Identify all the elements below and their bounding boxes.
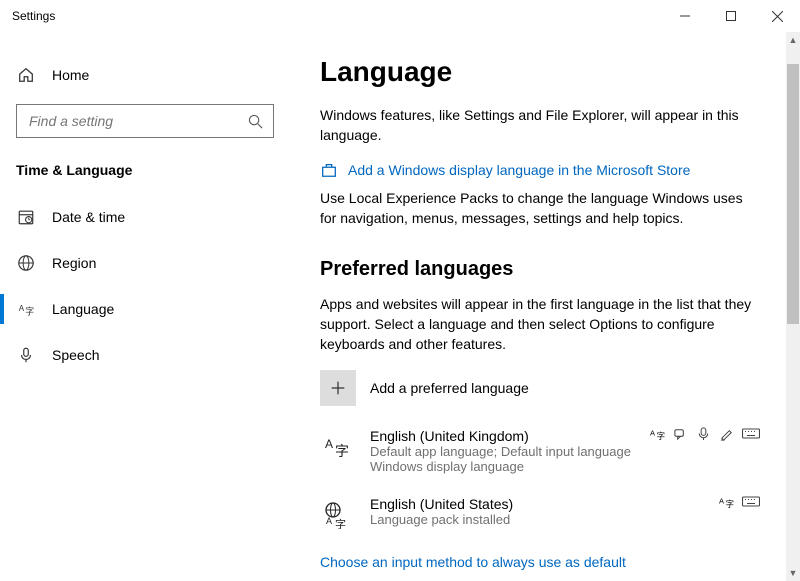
svg-text:字: 字 — [726, 499, 734, 509]
keyboard-icon — [742, 426, 760, 441]
svg-text:A: A — [650, 429, 655, 438]
sidebar-home-label: Home — [52, 67, 89, 83]
feature-icons: A字 — [650, 426, 760, 441]
sidebar-item-label: Speech — [52, 347, 99, 363]
search-input[interactable] — [27, 112, 248, 130]
intro-text: Windows features, like Settings and File… — [320, 106, 760, 145]
search-field[interactable] — [16, 104, 274, 138]
svg-text:字: 字 — [657, 431, 665, 441]
sidebar-item-label: Language — [52, 301, 114, 317]
store-link-label: Add a Windows display language in the Mi… — [348, 162, 690, 178]
keyboard-icon — [742, 494, 760, 509]
scroll-down-arrow[interactable]: ▼ — [786, 565, 800, 581]
svg-text:字: 字 — [25, 305, 34, 316]
home-icon — [16, 65, 36, 85]
handwriting-icon — [719, 426, 734, 441]
display-language-icon: A字 — [719, 494, 734, 509]
sidebar-item-date-time[interactable]: Date & time — [0, 194, 290, 240]
titlebar: Settings — [0, 0, 800, 32]
close-button[interactable] — [754, 0, 800, 32]
language-icon: A字 — [16, 299, 36, 319]
scrollbar[interactable]: ▲ ▼ — [786, 32, 800, 581]
store-link[interactable]: Add a Windows display language in the Mi… — [320, 161, 770, 179]
sidebar-category: Time & Language — [0, 152, 290, 194]
svg-text:A: A — [719, 497, 724, 506]
language-globe-icon: A字 — [320, 496, 356, 532]
svg-text:字: 字 — [335, 443, 349, 459]
page-title: Language — [320, 56, 770, 88]
window-title: Settings — [12, 9, 55, 23]
preferred-desc: Apps and websites will appear in the fir… — [320, 295, 760, 354]
svg-text:A: A — [19, 304, 25, 313]
microphone-icon — [16, 345, 36, 365]
language-name: English (United Kingdom) — [370, 428, 631, 444]
sidebar-item-label: Region — [52, 255, 96, 271]
add-language-label: Add a preferred language — [370, 380, 529, 396]
language-sub2: Windows display language — [370, 459, 631, 474]
sidebar-item-label: Date & time — [52, 209, 125, 225]
scroll-up-arrow[interactable]: ▲ — [786, 32, 800, 48]
sidebar-item-region[interactable]: Region — [0, 240, 290, 286]
language-sub1: Default app language; Default input lang… — [370, 444, 631, 459]
search-icon — [248, 114, 263, 129]
main-panel: Language Windows features, like Settings… — [290, 32, 800, 581]
store-desc: Use Local Experience Packs to change the… — [320, 189, 760, 228]
svg-text:A: A — [326, 516, 332, 526]
sidebar-home[interactable]: Home — [0, 52, 290, 98]
svg-text:A: A — [325, 437, 333, 451]
calendar-icon — [16, 207, 36, 227]
language-name: English (United States) — [370, 496, 513, 512]
feature-icons: A字 — [719, 494, 760, 509]
language-sub1: Language pack installed — [370, 512, 513, 527]
language-item-uk[interactable]: A字 English (United Kingdom) Default app … — [320, 428, 760, 474]
text-to-speech-icon — [673, 426, 688, 441]
input-method-link[interactable]: Choose an input method to always use as … — [320, 554, 770, 570]
sidebar-item-language[interactable]: A字 Language — [0, 286, 290, 332]
svg-text:字: 字 — [335, 517, 346, 529]
display-language-icon: A字 — [650, 426, 665, 441]
sidebar: Home Time & Language Date & time Reg — [0, 32, 290, 581]
maximize-button[interactable] — [708, 0, 754, 32]
sidebar-item-speech[interactable]: Speech — [0, 332, 290, 378]
store-icon — [320, 161, 338, 179]
preferred-heading: Preferred languages — [320, 258, 770, 281]
scrollbar-thumb[interactable] — [787, 64, 799, 324]
minimize-button[interactable] — [662, 0, 708, 32]
add-language-button[interactable]: Add a preferred language — [320, 370, 770, 406]
plus-icon — [320, 370, 356, 406]
globe-icon — [16, 253, 36, 273]
language-item-us[interactable]: A字 English (United States) Language pack… — [320, 496, 760, 532]
speech-recognition-icon — [696, 426, 711, 441]
language-glyph-icon: A字 — [320, 428, 356, 464]
